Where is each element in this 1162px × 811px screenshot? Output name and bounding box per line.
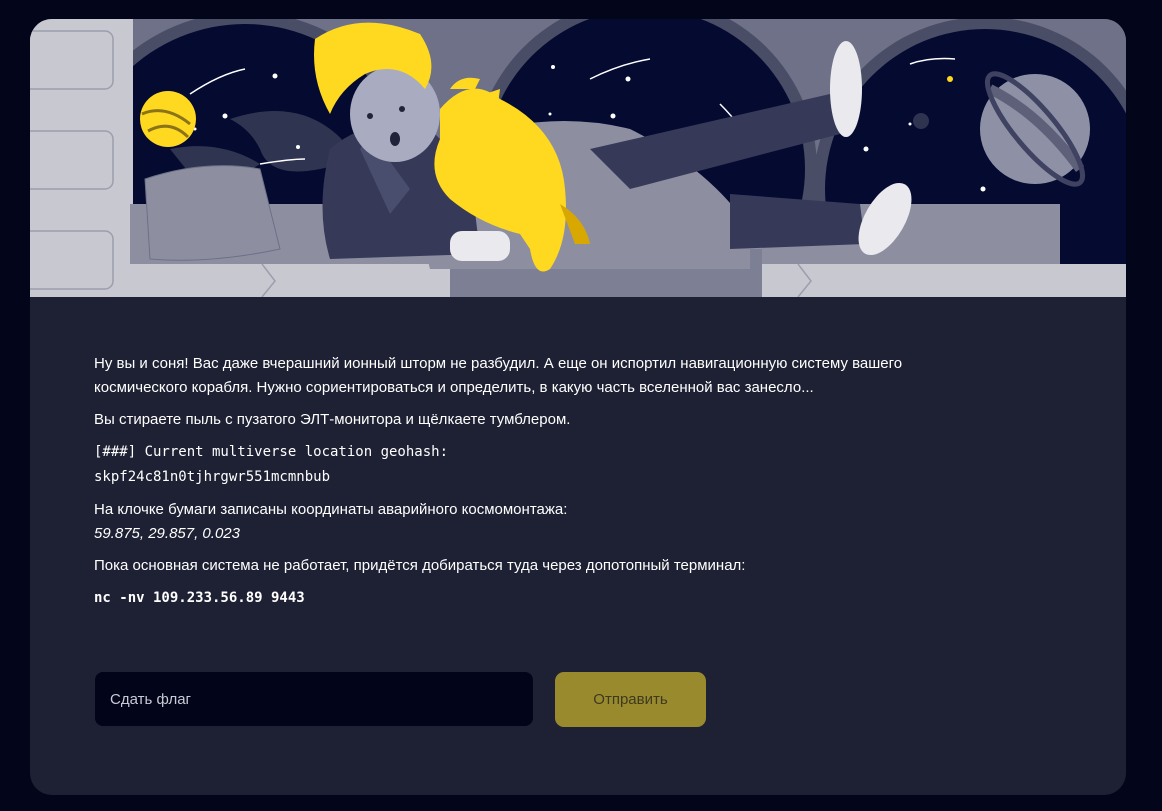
task-card: Ну вы и соня! Вас даже вчерашний ионный … — [30, 19, 1126, 795]
terminal-line: [###] Current multiverse location geohas… — [94, 444, 449, 460]
spaceship-cat-illustration — [30, 19, 1126, 297]
illustration-banner — [30, 19, 1126, 297]
coordinates-label: На клочке бумаги записаны координаты ава… — [94, 501, 568, 518]
connect-command: nc -nv 109.233.56.89 9443 — [94, 590, 305, 606]
coordinates-block: На клочке бумаги записаны координаты ава… — [94, 498, 914, 546]
terminal-paragraph: Пока основная система не работает, придё… — [94, 557, 746, 574]
geohash-value: skpf24c81n0tjhrgwr551mcmnbub — [94, 469, 331, 485]
submit-button[interactable]: Отправить — [555, 672, 706, 727]
task-description: Ну вы и соня! Вас даже вчерашний ионный … — [94, 352, 914, 610]
flag-input[interactable] — [95, 672, 533, 726]
monitor-paragraph: Вы стираете пыль с пузатого ЭЛТ-монитора… — [94, 411, 571, 428]
coordinates-value: 59.875, 29.857, 0.023 — [94, 525, 240, 542]
terminal-output: [###] Current multiverse location geohas… — [94, 440, 914, 490]
intro-paragraph: Ну вы и соня! Вас даже вчерашний ионный … — [94, 355, 903, 396]
